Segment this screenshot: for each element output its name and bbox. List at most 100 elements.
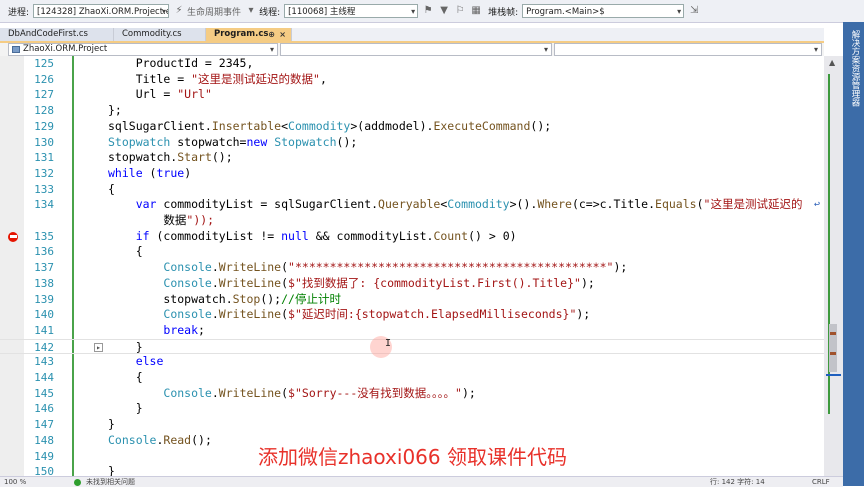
scrollbar-breakpoint-marker [830, 352, 836, 355]
code-text[interactable]: else [108, 354, 164, 369]
line-number: 150 [34, 465, 54, 476]
code-text[interactable]: Title = "这里是测试延迟的数据", [108, 72, 327, 87]
code-line[interactable]: 137 Console.WriteLine("*****************… [0, 260, 824, 275]
member-dropdown[interactable]: ▾ [554, 43, 822, 56]
flag-outline-icon[interactable]: ⚐ [454, 5, 466, 17]
code-text[interactable]: var commodityList = sqlSugarClient.Query… [108, 197, 803, 212]
tab-dbandcodefirst[interactable]: DbAndCodeFirst.cs [0, 28, 114, 41]
close-icon[interactable]: × [279, 28, 286, 41]
code-line[interactable]: 126 Title = "这里是测试延迟的数据", [0, 72, 824, 87]
code-line[interactable]: 132 while (true) [0, 166, 824, 181]
lifecycle-events-label[interactable]: 生命周期事件 [187, 5, 241, 18]
code-text[interactable]: while (true) [108, 166, 191, 181]
scroll-up-icon[interactable]: ▲ [829, 58, 835, 67]
text-cursor-icon: I [385, 338, 392, 349]
code-editor[interactable]: 125 ProductId = 2345, 126 Title = "这里是测试延… [0, 56, 824, 476]
code-text[interactable]: } [108, 417, 115, 432]
code-line[interactable]: 140 Console.WriteLine($"延迟时间:{stopwatch.… [0, 307, 824, 322]
solution-explorer-label: 解决方案资源管理器 [850, 30, 860, 107]
line-number: 143 [34, 355, 54, 369]
code-text[interactable]: stopwatch.Start(); [108, 150, 233, 165]
code-text[interactable]: if (commodityList != null && commodityLi… [108, 229, 517, 244]
code-line[interactable]: 135 if (commodityList != null && commodi… [0, 229, 824, 244]
arrow-icon[interactable]: ⇲ [688, 5, 700, 17]
code-text[interactable]: Console.WriteLine($"延迟时间:{stopwatch.Elap… [108, 307, 590, 322]
code-line[interactable]: 128}; [0, 103, 824, 118]
code-text[interactable]: Console.WriteLine($"找到数据了: {commodityLis… [108, 276, 594, 291]
code-text[interactable]: Url = "Url" [108, 87, 212, 102]
quick-action-icon[interactable]: ▸ [94, 342, 103, 352]
tab-commodity[interactable]: Commodity.cs [114, 28, 206, 41]
tab-label: DbAndCodeFirst.cs [8, 29, 88, 39]
code-line[interactable]: 129 sqlSugarClient.Insertable<Commodity>(… [0, 119, 824, 134]
line-number: 125 [34, 57, 54, 70]
code-line[interactable]: 数据")); [0, 213, 824, 228]
scope-dropdown[interactable]: ▾ [280, 43, 552, 56]
grid-icon[interactable]: ▦ [470, 5, 482, 17]
chevron-down-icon[interactable]: ▾ [245, 5, 257, 17]
line-number: 139 [34, 292, 54, 306]
code-line[interactable]: 131 stopwatch.Start(); [0, 150, 824, 165]
debug-toolbar: 进程: [124328] ZhaoXi.ORM.Project.e ▾ ⚡ 生命… [0, 0, 864, 23]
code-line[interactable]: 146 } [0, 401, 824, 416]
breakpoint-icon[interactable] [8, 231, 18, 242]
line-number: 132 [34, 166, 54, 180]
code-text[interactable]: Stopwatch stopwatch=new Stopwatch(); [108, 135, 357, 150]
code-line[interactable]: 125 ProductId = 2345, [0, 56, 824, 71]
code-text[interactable]: { [108, 244, 143, 259]
lightning-icon[interactable]: ⚡ [173, 5, 185, 17]
line-number: 148 [34, 433, 54, 447]
code-text[interactable]: } [108, 340, 143, 355]
process-label: 进程: [8, 7, 30, 18]
code-line[interactable]: 130 Stopwatch stopwatch=new Stopwatch(); [0, 135, 824, 150]
code-text[interactable]: sqlSugarClient.Insertable<Commodity>(add… [108, 119, 551, 134]
code-line[interactable]: 144 { [0, 370, 824, 385]
solution-explorer-tab[interactable]: 解决方案资源管理器 [843, 22, 864, 486]
line-number: 137 [34, 261, 54, 275]
stackframe-dropdown[interactable]: Program.<Main>$ ▾ [522, 4, 685, 18]
code-line[interactable]: 133 { [0, 182, 824, 197]
vertical-scrollbar[interactable]: ▲ [824, 56, 843, 486]
code-text[interactable]: { [108, 182, 115, 197]
code-text[interactable]: } [108, 464, 115, 476]
tab-program[interactable]: Program.cs ⊕ × [206, 28, 292, 41]
code-text[interactable]: Console.WriteLine($"Sorry---没有找到数据。。。。")… [108, 386, 475, 401]
code-line[interactable]: 136 { [0, 244, 824, 259]
code-line[interactable]: 147} [0, 417, 824, 432]
scrollbar-caret-marker [826, 374, 841, 376]
code-text[interactable]: Console.WriteLine("*********************… [108, 260, 627, 275]
code-line[interactable]: 139 stopwatch.Stop();//停止计时 [0, 292, 824, 307]
code-text[interactable]: Console.Read(); [108, 433, 212, 448]
chevron-down-icon: ▾ [162, 7, 167, 16]
project-dropdown[interactable]: ZhaoXi.ORM.Project ▾ [8, 43, 278, 56]
line-number: 140 [34, 308, 54, 322]
line-number: 136 [34, 245, 54, 259]
thread-dropdown[interactable]: [110068] 主线程 ▾ [284, 4, 419, 18]
code-line[interactable]: 142 } ▸ [0, 338, 824, 355]
word-wrap-icon: ↩ [814, 199, 821, 211]
code-line[interactable]: 145 Console.WriteLine($"Sorry---没有找到数据。。… [0, 386, 824, 401]
code-text[interactable]: ProductId = 2345, [108, 56, 254, 71]
line-number: 147 [34, 418, 54, 432]
stackframe-label: 堆栈帧: [488, 7, 519, 18]
code-line[interactable]: 127 Url = "Url" [0, 87, 824, 102]
code-text[interactable]: { [108, 370, 143, 385]
code-text[interactable]: } [108, 401, 143, 416]
code-line[interactable]: 134 var commodityList = sqlSugarClient.Q… [0, 197, 824, 212]
code-line[interactable]: 143 else [0, 354, 824, 369]
tab-label: Commodity.cs [122, 29, 182, 39]
line-number: 128 [34, 104, 54, 118]
code-line[interactable]: 138 Console.WriteLine($"找到数据了: {commodit… [0, 276, 824, 291]
code-text[interactable]: break; [108, 323, 205, 338]
line-number: 130 [34, 135, 54, 149]
pin-icon[interactable]: ⊕ [268, 28, 275, 41]
code-line[interactable]: 141 break; [0, 323, 824, 338]
code-text[interactable]: 数据")); [108, 213, 214, 228]
code-text[interactable]: }; [108, 103, 122, 118]
filter-icon[interactable]: ▼ [438, 5, 450, 17]
flag-icon[interactable]: ⚑ [422, 5, 434, 17]
scrollbar-breakpoint-marker [830, 332, 836, 335]
code-text[interactable]: stopwatch.Stop();//停止计时 [108, 292, 341, 307]
thread-label: 线程: [259, 7, 281, 18]
process-dropdown[interactable]: [124328] ZhaoXi.ORM.Project.e ▾ [33, 4, 170, 18]
